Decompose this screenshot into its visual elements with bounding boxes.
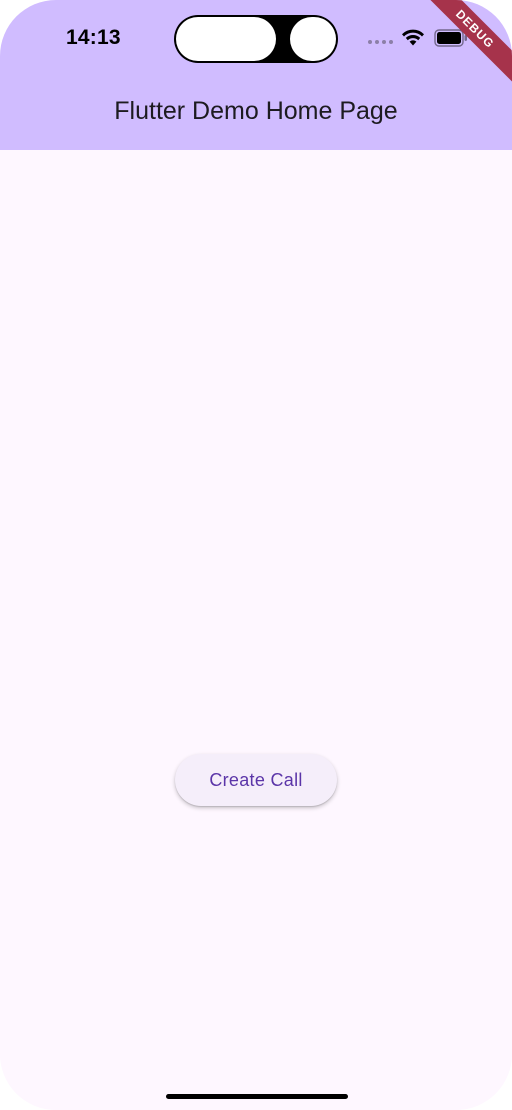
app-bar: 14:13 Flutter Demo Home Page [0,0,512,150]
cellular-signal-icon [368,40,393,44]
phone-screen: Create Call 14:13 Flutter Demo Home Page… [0,0,512,1110]
status-bar-time: 14:13 [66,26,121,49]
home-page-body: Create Call [0,150,512,1110]
create-call-button[interactable]: Create Call [175,754,337,806]
wifi-icon [402,29,424,46]
home-indicator[interactable] [166,1094,348,1099]
page-title: Flutter Demo Home Page [114,97,398,125]
dynamic-island-pill [176,17,276,61]
dynamic-island-camera [290,17,336,61]
dynamic-island [174,15,338,63]
